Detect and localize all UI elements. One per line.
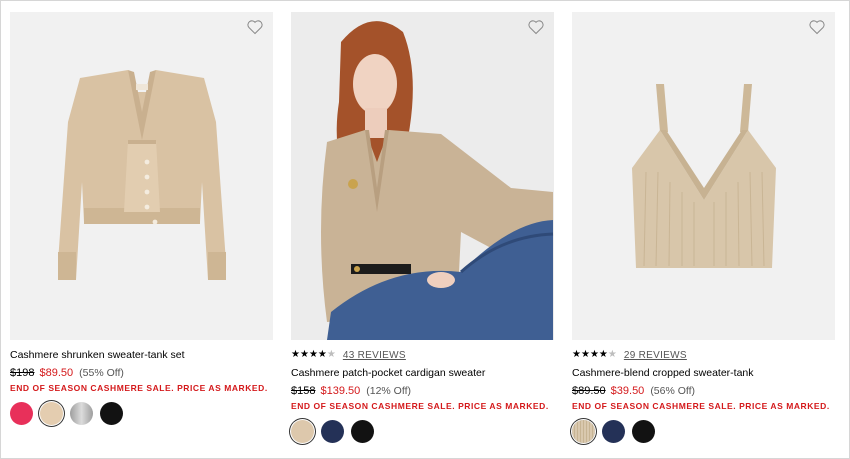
original-price: $158 <box>291 385 316 397</box>
star-rating: ★ ★ ★ ★ ★ <box>291 350 336 360</box>
color-swatches <box>572 420 835 443</box>
reviews-link[interactable]: 29 REVIEWS <box>624 350 687 361</box>
sale-price: $89.50 <box>39 367 74 379</box>
model-cardigan-photo <box>291 12 554 340</box>
favorite-heart-icon[interactable] <box>527 19 545 35</box>
discount-percent: (55% Off) <box>79 367 124 379</box>
price-row: $89.50 $39.50 (56% Off) <box>572 384 835 398</box>
color-swatches <box>10 402 273 425</box>
rating-row[interactable]: ★ ★ ★ ★ ★ 43 REVIEWS <box>291 348 554 362</box>
product-info: ★ ★ ★ ★ ★ 29 REVIEWS Cashmere-blend crop… <box>572 340 835 443</box>
price-row: $158 $139.50 (12% Off) <box>291 384 554 398</box>
swatch-navy[interactable] <box>602 420 625 443</box>
product-image[interactable] <box>10 12 273 340</box>
product-image[interactable] <box>572 12 835 340</box>
product-card[interactable]: ★ ★ ★ ★ ★ 29 REVIEWS Cashmere-blend crop… <box>572 12 835 443</box>
product-title[interactable]: Cashmere shrunken sweater-tank set <box>10 348 273 362</box>
favorite-heart-icon[interactable] <box>246 19 264 35</box>
star-rating: ★ ★ ★ ★ ★ <box>572 350 617 360</box>
price-row: $198 $89.50 (55% Off) <box>10 366 273 380</box>
discount-percent: (12% Off) <box>366 385 411 397</box>
swatch-navy[interactable] <box>321 420 344 443</box>
star-empty-icon: ★ <box>607 349 617 360</box>
original-price: $89.50 <box>572 385 606 397</box>
swatch-black[interactable] <box>632 420 655 443</box>
star-full-icon: ★ <box>580 349 590 360</box>
cardigan-set-illustration <box>58 70 226 280</box>
sale-price: $39.50 <box>610 385 645 397</box>
swatch-black[interactable] <box>351 420 374 443</box>
discount-percent: (56% Off) <box>650 385 696 397</box>
star-full-icon: ★ <box>572 349 581 360</box>
sale-price: $139.50 <box>320 385 361 397</box>
original-price: $198 <box>10 367 35 379</box>
product-card[interactable]: Cashmere shrunken sweater-tank set $198 … <box>10 12 273 425</box>
promo-text: END OF SEASON CASHMERE SALE. PRICE AS MA… <box>10 383 268 393</box>
swatch-oatmeal[interactable] <box>40 402 63 425</box>
product-card[interactable]: ★ ★ ★ ★ ★ 43 REVIEWS Cashmere patch-pock… <box>291 12 554 443</box>
product-title[interactable]: Cashmere-blend cropped sweater-tank <box>572 366 835 380</box>
star-full-icon: ★ <box>291 349 300 360</box>
swatch-oatmeal[interactable] <box>572 420 595 443</box>
product-title[interactable]: Cashmere patch-pocket cardigan sweater <box>291 366 554 380</box>
favorite-heart-icon[interactable] <box>808 19 826 35</box>
swatch-grey-heather[interactable] <box>70 402 93 425</box>
star-full-icon: ★ <box>598 349 608 360</box>
swatch-oatmeal[interactable] <box>291 420 314 443</box>
promo-text: END OF SEASON CASHMERE SALE. PRICE AS MA… <box>572 401 830 411</box>
star-empty-icon: ★ <box>326 349 336 360</box>
color-swatches <box>291 420 554 443</box>
star-full-icon: ★ <box>308 349 318 360</box>
product-info: Cashmere shrunken sweater-tank set $198 … <box>10 340 273 425</box>
reviews-link[interactable]: 43 REVIEWS <box>343 350 406 361</box>
swatch-pink[interactable] <box>10 402 33 425</box>
promo-text: END OF SEASON CASHMERE SALE. PRICE AS MA… <box>291 401 549 411</box>
product-info: ★ ★ ★ ★ ★ 43 REVIEWS Cashmere patch-pock… <box>291 340 554 443</box>
star-full-icon: ★ <box>299 349 309 360</box>
rating-row[interactable]: ★ ★ ★ ★ ★ 29 REVIEWS <box>572 348 835 362</box>
star-full-icon: ★ <box>589 349 599 360</box>
swatch-black[interactable] <box>100 402 123 425</box>
sweater-tank-illustration <box>632 84 776 268</box>
product-image[interactable] <box>291 12 554 340</box>
star-full-icon: ★ <box>317 349 327 360</box>
